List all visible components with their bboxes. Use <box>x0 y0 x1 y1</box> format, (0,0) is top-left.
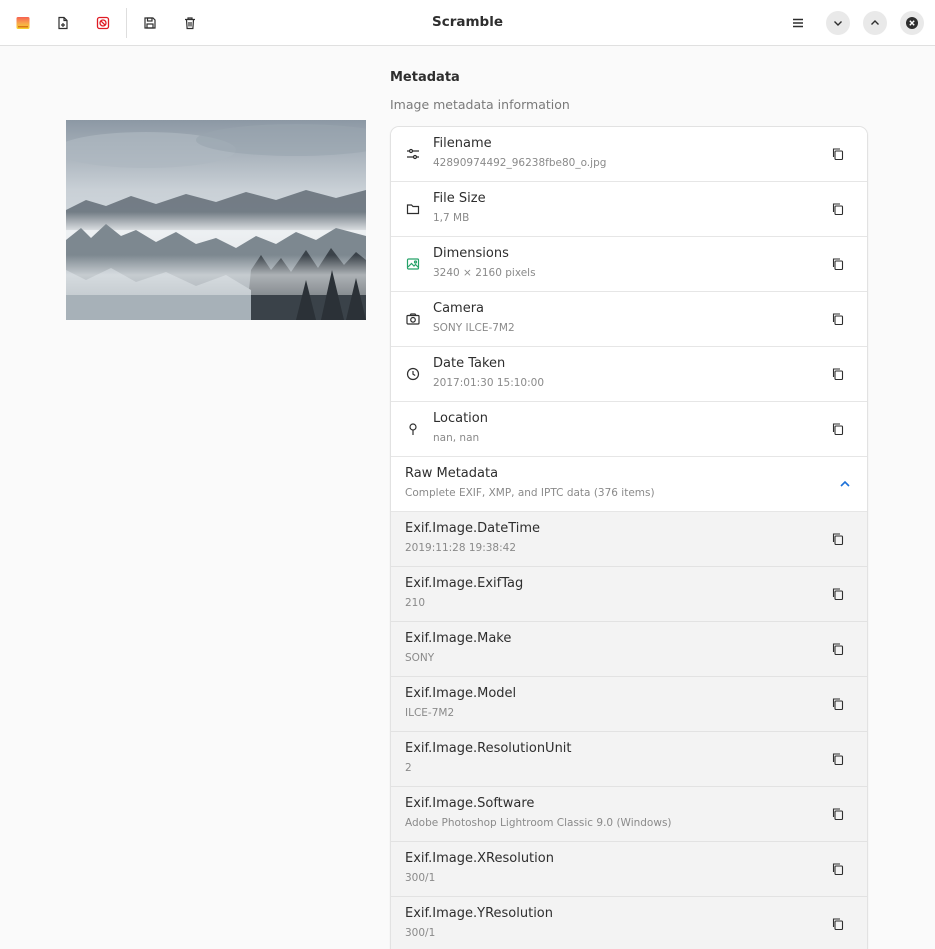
row-value: Adobe Photoshop Lightroom Classic 9.0 (W… <box>405 817 672 829</box>
hamburger-menu-icon[interactable] <box>786 11 810 35</box>
raw-metadata-row[interactable]: Exif.Image.XResolution 300/1 <box>391 842 867 897</box>
row-value: 210 <box>405 597 426 609</box>
copy-icon[interactable] <box>829 255 847 273</box>
row-label: Exif.Image.ResolutionUnit <box>405 741 572 756</box>
row-value: 42890974492_96238fbe80_o.jpg <box>433 157 607 169</box>
header-bar: Scramble <box>0 0 935 46</box>
row-label: Location <box>433 411 488 426</box>
row-value: 2017:01:30 15:10:00 <box>433 377 545 389</box>
folder-icon <box>405 201 421 217</box>
copy-icon[interactable] <box>829 805 847 823</box>
metadata-row-dimensions[interactable]: Dimensions 3240 × 2160 pixels <box>391 237 867 292</box>
row-value: 300/1 <box>405 927 436 939</box>
raw-metadata-row[interactable]: Exif.Image.Model ILCE-7M2 <box>391 677 867 732</box>
minimize-icon[interactable] <box>826 11 850 35</box>
copy-icon[interactable] <box>829 915 847 933</box>
clock-icon <box>405 366 421 382</box>
raw-metadata-row[interactable]: Exif.Image.Software Adobe Photoshop Ligh… <box>391 787 867 842</box>
raw-metadata-row[interactable]: Exif.Image.ResolutionUnit 2 <box>391 732 867 787</box>
row-label: Exif.Image.Model <box>405 686 517 701</box>
row-label: Exif.Image.Software <box>405 796 535 811</box>
copy-icon[interactable] <box>829 750 847 768</box>
metadata-subtitle: Image metadata information <box>390 97 570 112</box>
copy-icon[interactable] <box>829 365 847 383</box>
toolbar-separator <box>126 8 127 38</box>
row-label: Exif.Image.XResolution <box>405 851 554 866</box>
expander-title: Raw Metadata <box>405 466 499 481</box>
expander-subtitle: Complete EXIF, XMP, and IPTC data (376 i… <box>405 487 655 499</box>
row-label: Exif.Image.DateTime <box>405 521 541 536</box>
copy-icon[interactable] <box>829 310 847 328</box>
row-label: Exif.Image.ExifTag <box>405 576 524 591</box>
copy-icon[interactable] <box>829 585 847 603</box>
row-label: Exif.Image.Make <box>405 631 512 646</box>
row-value: 2019:11:28 19:38:42 <box>405 542 517 554</box>
chevron-up-icon[interactable] <box>837 476 853 492</box>
raw-metadata-expander[interactable]: Raw Metadata Complete EXIF, XMP, and IPT… <box>391 457 867 512</box>
delete-icon[interactable] <box>178 11 202 35</box>
camera-icon <box>405 311 421 327</box>
copy-icon[interactable] <box>829 200 847 218</box>
row-value: ILCE-7M2 <box>405 707 455 719</box>
image-icon <box>405 256 421 272</box>
save-icon[interactable] <box>138 11 162 35</box>
row-value: 1,7 MB <box>433 212 470 224</box>
app-logo-icon[interactable] <box>11 11 35 35</box>
copy-icon[interactable] <box>829 695 847 713</box>
copy-icon[interactable] <box>829 145 847 163</box>
close-icon[interactable] <box>900 11 924 35</box>
open-file-icon[interactable] <box>51 11 75 35</box>
row-value: SONY ILCE-7M2 <box>433 322 515 334</box>
copy-icon[interactable] <box>829 420 847 438</box>
maximize-icon[interactable] <box>863 11 887 35</box>
image-preview <box>66 120 366 320</box>
row-value: 300/1 <box>405 872 436 884</box>
raw-metadata-row[interactable]: Exif.Image.Make SONY <box>391 622 867 677</box>
row-label: File Size <box>433 191 486 206</box>
metadata-row-date-taken[interactable]: Date Taken 2017:01:30 15:10:00 <box>391 347 867 402</box>
metadata-row-filename[interactable]: Filename 42890974492_96238fbe80_o.jpg <box>391 127 867 182</box>
row-label: Dimensions <box>433 246 509 261</box>
row-label: Filename <box>433 136 492 151</box>
metadata-list: Filename 42890974492_96238fbe80_o.jpg Fi… <box>390 126 868 949</box>
raw-metadata-row[interactable]: Exif.Image.DateTime 2019:11:28 19:38:42 <box>391 512 867 567</box>
location-pin-icon <box>405 421 421 437</box>
metadata-row-camera[interactable]: Camera SONY ILCE-7M2 <box>391 292 867 347</box>
copy-icon[interactable] <box>829 860 847 878</box>
row-value: nan, nan <box>433 432 480 444</box>
metadata-title: Metadata <box>390 70 460 85</box>
metadata-row-location[interactable]: Location nan, nan <box>391 402 867 457</box>
copy-icon[interactable] <box>829 530 847 548</box>
row-label: Date Taken <box>433 356 506 371</box>
raw-metadata-row[interactable]: Exif.Image.ExifTag 210 <box>391 567 867 622</box>
sliders-icon <box>405 146 421 162</box>
row-value: 2 <box>405 762 412 774</box>
row-value: SONY <box>405 652 435 664</box>
copy-icon[interactable] <box>829 640 847 658</box>
row-value: 3240 × 2160 pixels <box>433 267 536 279</box>
metadata-row-file-size[interactable]: File Size 1,7 MB <box>391 182 867 237</box>
row-label: Camera <box>433 301 485 316</box>
raw-metadata-row[interactable]: Exif.Image.YResolution 300/1 <box>391 897 867 949</box>
scramble-icon[interactable] <box>91 11 115 35</box>
row-label: Exif.Image.YResolution <box>405 906 553 921</box>
